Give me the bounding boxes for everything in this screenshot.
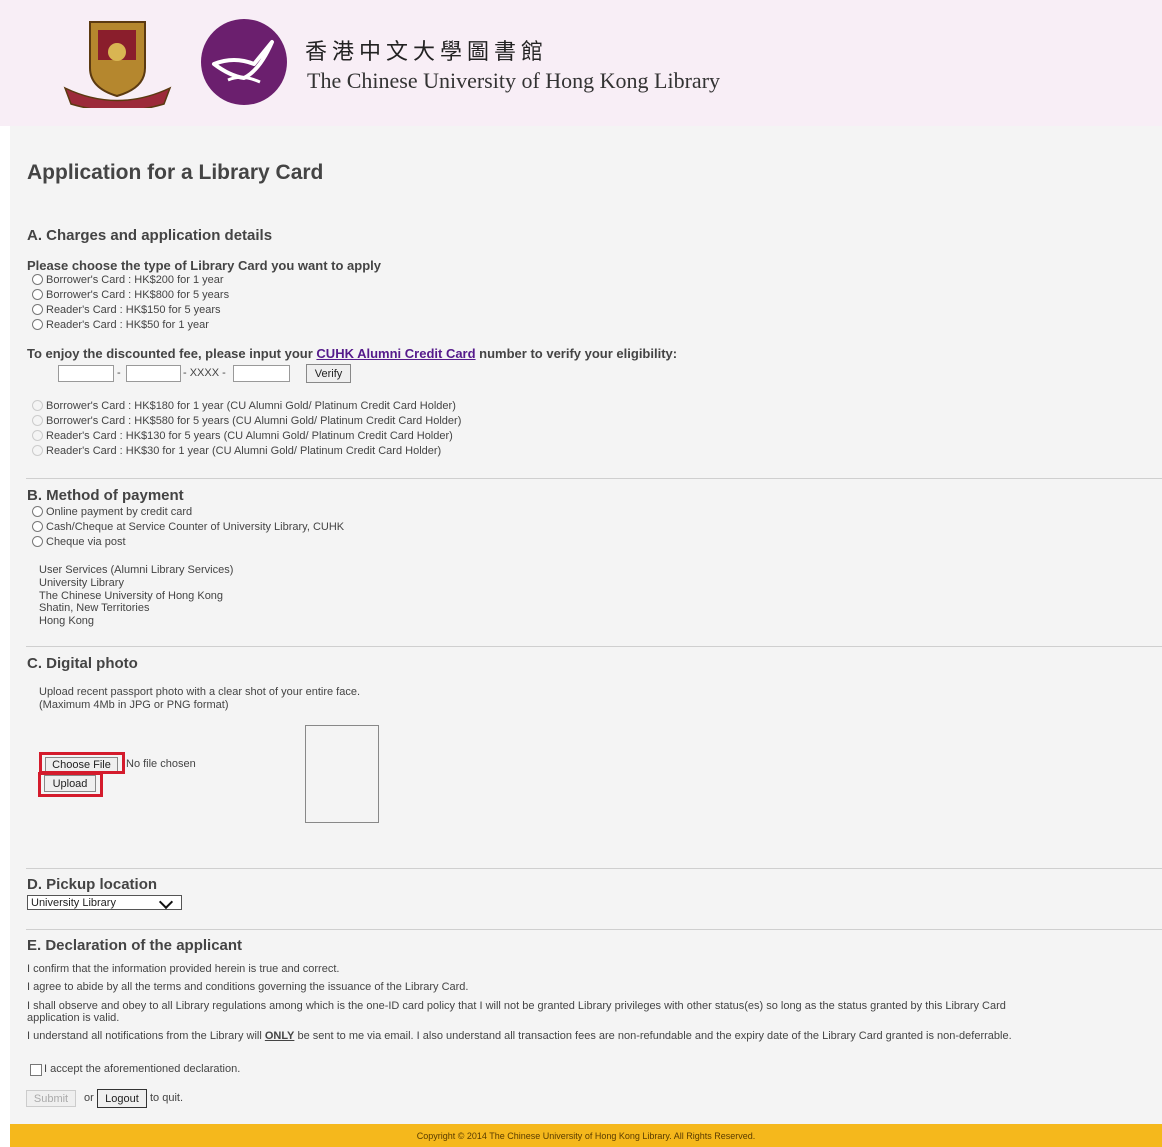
section-divider: [26, 646, 1162, 647]
radio-button[interactable]: [32, 274, 43, 285]
section-e-title: E. Declaration of the applicant: [27, 937, 243, 954]
section-divider: [26, 929, 1162, 930]
card-number-part2-input[interactable]: [126, 365, 181, 382]
radio-button[interactable]: [32, 319, 43, 330]
radio-button[interactable]: [32, 430, 43, 441]
radio-button[interactable]: [32, 536, 43, 547]
discount-instruction: To enjoy the discounted fee, please inpu…: [27, 346, 678, 361]
submit-button[interactable]: Submit: [26, 1090, 76, 1107]
card-type-question: Please choose the type of Library Card y…: [27, 258, 381, 273]
accept-declaration-label: I accept the aforementioned declaration.: [44, 1063, 241, 1075]
section-d-title: D. Pickup location: [27, 876, 158, 893]
cuhk-crest-icon: [63, 21, 172, 108]
library-bird-logo-icon: [201, 19, 287, 105]
card-type-options: Borrower's Card : HK$200 for 1 year Borr…: [32, 272, 229, 332]
discount-card-options: Borrower's Card : HK$180 for 1 year (CU …: [32, 398, 461, 458]
chevron-down-icon: [158, 894, 174, 910]
section-divider: [26, 478, 1162, 479]
section-b-title: B. Method of payment: [27, 487, 184, 504]
radio-button[interactable]: [32, 445, 43, 456]
footer-bar: Copyright © 2014 The Chinese University …: [10, 1124, 1162, 1147]
section-divider: [26, 868, 1162, 869]
declaration-line: application is valid.: [27, 1012, 120, 1024]
card-option-borrower-1yr[interactable]: Borrower's Card : HK$200 for 1 year: [32, 272, 229, 287]
discount-option-borrower-1yr[interactable]: Borrower's Card : HK$180 for 1 year (CU …: [32, 398, 461, 413]
radio-button[interactable]: [32, 415, 43, 426]
section-a-title: A. Charges and application details: [27, 227, 273, 244]
section-c-title: C. Digital photo: [27, 655, 138, 672]
radio-button[interactable]: [32, 521, 43, 532]
radio-button[interactable]: [32, 400, 43, 411]
payment-method-options: Online payment by credit card Cash/Chequ…: [32, 504, 344, 549]
card-option-reader-1yr[interactable]: Reader's Card : HK$50 for 1 year: [32, 317, 229, 332]
discount-option-borrower-5yr[interactable]: Borrower's Card : HK$580 for 5 years (CU…: [32, 413, 461, 428]
payment-option-cheque-post[interactable]: Cheque via post: [32, 534, 344, 549]
verify-button[interactable]: Verify: [306, 364, 351, 383]
application-form: Application for a Library Card A. Charge…: [10, 126, 1162, 1124]
accept-declaration-checkbox[interactable]: [30, 1064, 42, 1076]
mailing-address: User Services (Alumni Library Services) …: [39, 564, 234, 628]
card-number-part1-input[interactable]: [58, 365, 114, 382]
radio-button[interactable]: [32, 304, 43, 315]
logout-button[interactable]: Logout: [97, 1089, 147, 1108]
library-name-english: The Chinese University of Hong Kong Libr…: [307, 68, 721, 93]
card-number-masked-separator: - XXXX -: [183, 367, 226, 379]
page-title: Application for a Library Card: [27, 161, 324, 184]
declaration-notification: I understand all notifications from the …: [27, 1030, 1012, 1042]
card-number-part4-input[interactable]: [233, 365, 290, 382]
quit-text: to quit.: [150, 1092, 184, 1104]
card-number-separator: -: [117, 367, 121, 379]
declaration-line: I agree to abide by all the terms and co…: [27, 981, 469, 993]
payment-option-cash-cheque[interactable]: Cash/Cheque at Service Counter of Univer…: [32, 519, 344, 534]
choose-file-highlight: [39, 752, 125, 774]
declaration-line: I shall observe and obey to all Library …: [27, 1000, 1006, 1012]
upload-highlight: [38, 772, 103, 797]
pickup-location-select[interactable]: University Library: [27, 894, 182, 910]
site-header: 香港中文大學圖書館 The Chinese University of Hong…: [0, 0, 1162, 126]
radio-button[interactable]: [32, 289, 43, 300]
library-name-chinese: 香港中文大學圖書館: [305, 40, 549, 65]
photo-preview: [305, 725, 379, 823]
radio-button[interactable]: [32, 506, 43, 517]
payment-option-online[interactable]: Online payment by credit card: [32, 504, 344, 519]
copyright-text: Copyright © 2014 The Chinese University …: [416, 1130, 756, 1141]
file-status-text: No file chosen: [126, 758, 196, 770]
discount-option-reader-1yr[interactable]: Reader's Card : HK$30 for 1 year (CU Alu…: [32, 443, 461, 458]
discount-option-reader-5yr[interactable]: Reader's Card : HK$130 for 5 years (CU A…: [32, 428, 461, 443]
card-option-borrower-5yr[interactable]: Borrower's Card : HK$800 for 5 years: [32, 287, 229, 302]
or-text: or: [84, 1092, 94, 1104]
alumni-credit-card-link[interactable]: CUHK Alumni Credit Card: [316, 346, 475, 361]
card-option-reader-5yr[interactable]: Reader's Card : HK$150 for 5 years: [32, 302, 229, 317]
declaration-line: I confirm that the information provided …: [27, 963, 340, 975]
photo-instructions: Upload recent passport photo with a clea…: [39, 686, 361, 711]
